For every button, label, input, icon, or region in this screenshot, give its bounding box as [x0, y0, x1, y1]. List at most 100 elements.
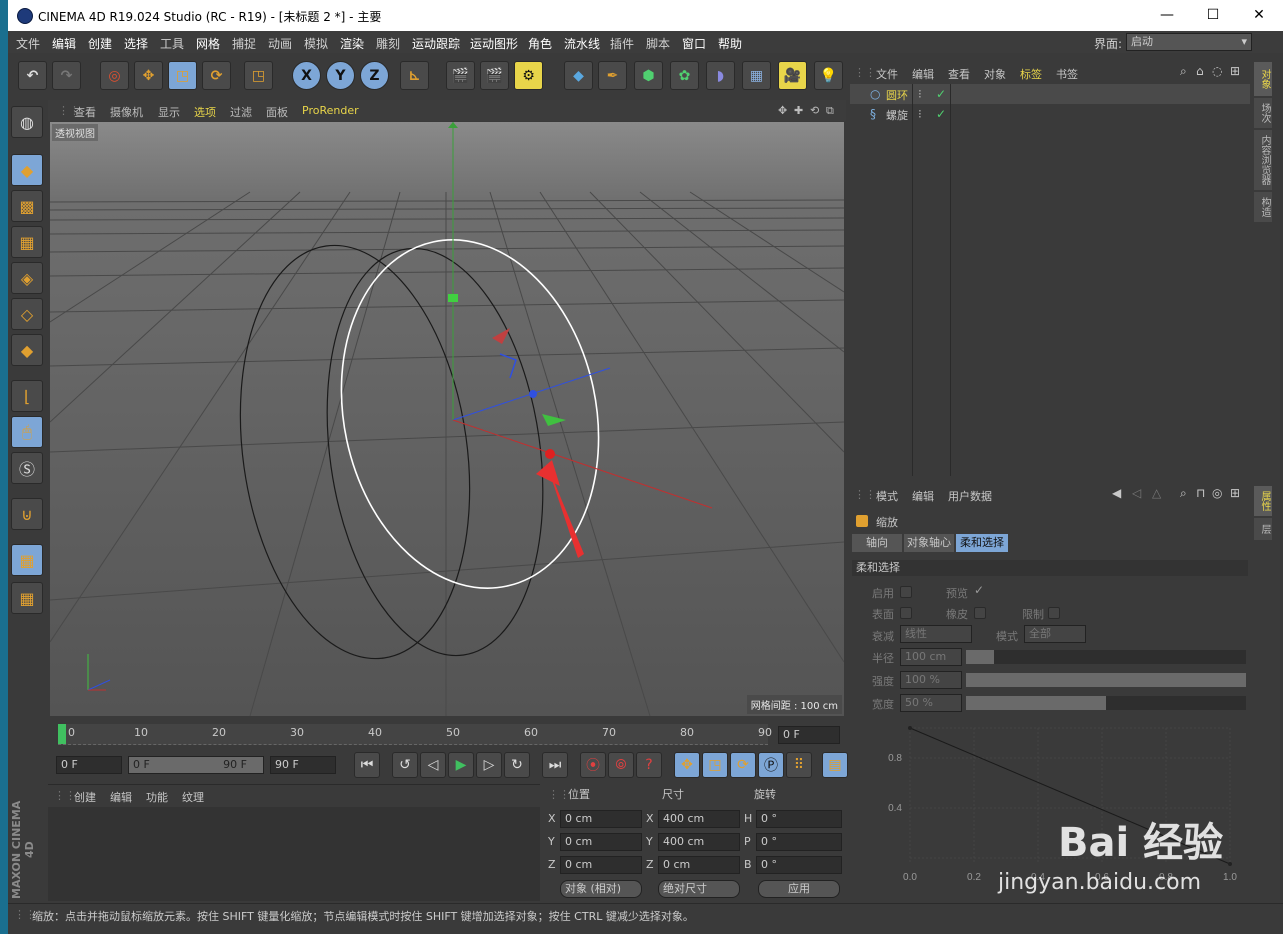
menu-edit[interactable]: 编辑 [52, 35, 76, 52]
end-frame-field[interactable]: 90 F [270, 756, 336, 774]
scale-button[interactable]: ◳ [168, 61, 197, 90]
viewport-menu-panel[interactable]: 面板 [266, 104, 288, 120]
rotation-h-field[interactable]: 0 ° [756, 810, 842, 828]
points-mode-button[interactable]: ◈ [11, 262, 43, 294]
radius-field[interactable]: 100 cm [900, 648, 962, 666]
object-name[interactable]: 圆环 [886, 87, 908, 103]
cube-button[interactable]: ◆ [564, 61, 593, 90]
tab-soft-selection[interactable]: 柔和选择 [956, 534, 1008, 552]
viewport-menu-display[interactable]: 显示 [158, 104, 180, 120]
play-button[interactable]: ▶ [448, 752, 474, 778]
minimize-button[interactable]: — [1144, 0, 1190, 31]
home-icon[interactable]: ⌂ [1196, 64, 1204, 78]
back-arrow-icon[interactable]: ◀ [1112, 486, 1121, 500]
go-to-end-button[interactable]: ⏭ [542, 752, 568, 778]
rubber-checkbox[interactable] [974, 607, 986, 619]
strength-slider[interactable] [966, 673, 1246, 687]
key-rotation-button[interactable]: ⟳ [730, 752, 756, 778]
side-tab-objects[interactable]: 对象 [1254, 62, 1272, 96]
menu-select[interactable]: 选择 [124, 35, 148, 52]
rotation-b-field[interactable]: 0 ° [756, 856, 842, 874]
search-icon[interactable]: ⌕ [1180, 64, 1187, 79]
link-icon[interactable]: ◌ [1212, 64, 1222, 78]
pen-button[interactable]: ✒ [598, 61, 627, 90]
material-menu-create[interactable]: 创建 [74, 789, 96, 805]
strength-field[interactable]: 100 % [900, 671, 962, 689]
workplane-lock-button[interactable]: ▦ [11, 544, 43, 576]
timeline[interactable]: 0 10 20 30 40 50 60 70 80 90 0 F [48, 720, 846, 748]
surface-checkbox[interactable] [900, 607, 912, 619]
lock-icon[interactable]: ⊓ [1196, 486, 1205, 500]
side-tab-layers[interactable]: 层 [1254, 518, 1272, 540]
side-tab-takes[interactable]: 场次 [1254, 98, 1272, 128]
rotate-button[interactable]: ⟳ [202, 61, 231, 90]
auto-key-button[interactable]: ⦾ [608, 752, 634, 778]
object-name[interactable]: 螺旋 [886, 107, 908, 123]
render-settings-button[interactable]: ⚙ [514, 61, 543, 90]
menu-animate[interactable]: 动画 [268, 35, 292, 52]
object-menu-edit[interactable]: 编辑 [912, 66, 934, 82]
position-z-field[interactable]: 0 cm [560, 856, 642, 874]
timeline-window-button[interactable]: ▤ [822, 752, 848, 778]
y-axis-lock-button[interactable]: Y [326, 61, 355, 90]
apply-button[interactable]: 应用 [758, 880, 840, 898]
floor-button[interactable]: ▦ [742, 61, 771, 90]
up-arrow-icon[interactable]: △ [1152, 486, 1161, 500]
record-keys-button[interactable]: ⦿ [580, 752, 606, 778]
visibility-toggle-icon[interactable]: ⁝ [918, 107, 922, 121]
new-panel-icon[interactable]: ⊞ [1230, 486, 1240, 500]
menu-simulate[interactable]: 模拟 [304, 35, 328, 52]
side-tab-attributes[interactable]: 属性 [1254, 486, 1272, 516]
close-button[interactable]: ✕ [1236, 0, 1282, 31]
size-y-field[interactable]: 400 cm [658, 833, 740, 851]
snap-button[interactable]: Ⓢ [11, 452, 43, 484]
camera-button[interactable]: 🎥 [778, 61, 807, 90]
menu-plugins[interactable]: 插件 [610, 35, 634, 52]
object-menu-tags[interactable]: 标签 [1020, 66, 1042, 82]
menu-render[interactable]: 渲染 [340, 35, 364, 52]
layout-dropdown[interactable]: 启动 ▾ [1126, 33, 1252, 51]
object-menu-bookmarks[interactable]: 书签 [1056, 66, 1078, 82]
key-pla-button[interactable]: ⠿ [786, 752, 812, 778]
frame-range-slider[interactable]: 0 F 90 F [128, 756, 264, 774]
menu-snap[interactable]: 捕捉 [232, 35, 256, 52]
redo-button[interactable]: ↷ [52, 61, 81, 90]
coord-mode-dropdown[interactable]: 对象 (相对) [560, 880, 642, 898]
position-x-field[interactable]: 0 cm [560, 810, 642, 828]
previous-frame-button[interactable]: ◁ [420, 752, 446, 778]
viewport-menu-prorender[interactable]: ProRender [302, 104, 359, 117]
cloner-button[interactable]: ✿ [670, 61, 699, 90]
visibility-toggle-icon[interactable]: ⁝ [918, 87, 922, 101]
menu-pipeline[interactable]: 流水线 [564, 35, 600, 52]
tab-axis[interactable]: 轴向 [852, 534, 902, 552]
menu-help[interactable]: 帮助 [718, 35, 742, 52]
width-field[interactable]: 50 % [900, 694, 962, 712]
enable-checkbox[interactable] [900, 586, 912, 598]
viewport-menu-view[interactable]: 查看 [74, 104, 96, 120]
menu-mograph[interactable]: 运动图形 [470, 35, 518, 52]
rotation-p-field[interactable]: 0 ° [756, 833, 842, 851]
size-x-field[interactable]: 400 cm [658, 810, 740, 828]
object-row[interactable]: ○ 圆环 ⁝ ✓ [850, 84, 1250, 104]
restrict-checkbox[interactable] [1048, 607, 1060, 619]
key-parameter-button[interactable]: Ⓟ [758, 752, 784, 778]
previous-key-button[interactable]: ↺ [392, 752, 418, 778]
current-frame-field[interactable]: 0 F [778, 726, 840, 744]
coordinate-system-button[interactable]: ⊾ [400, 61, 429, 90]
viewport-dolly-icon[interactable]: ✚ [794, 104, 803, 117]
object-menu-view[interactable]: 查看 [948, 66, 970, 82]
menu-mesh[interactable]: 网格 [196, 35, 220, 52]
menu-file[interactable]: 文件 [16, 35, 40, 52]
search-icon[interactable]: ⌕ [1180, 486, 1187, 501]
perspective-viewport[interactable]: 透视视图 网格间距 : 100 cm [50, 122, 844, 716]
viewport-maximize-icon[interactable]: ⧉ [826, 104, 834, 118]
edges-mode-button[interactable]: ◇ [11, 298, 43, 330]
viewport-menu-camera[interactable]: 摄像机 [110, 104, 143, 120]
new-panel-icon[interactable]: ⊞ [1230, 64, 1240, 78]
render-view-button[interactable]: 🎬 [446, 61, 475, 90]
position-y-field[interactable]: 0 cm [560, 833, 642, 851]
subdivision-button[interactable]: ⬢ [634, 61, 663, 90]
preview-checkbox[interactable]: ✓ [974, 583, 984, 597]
render-to-picture-viewer-button[interactable]: 🎬 [480, 61, 509, 90]
move-button[interactable]: ✥ [134, 61, 163, 90]
